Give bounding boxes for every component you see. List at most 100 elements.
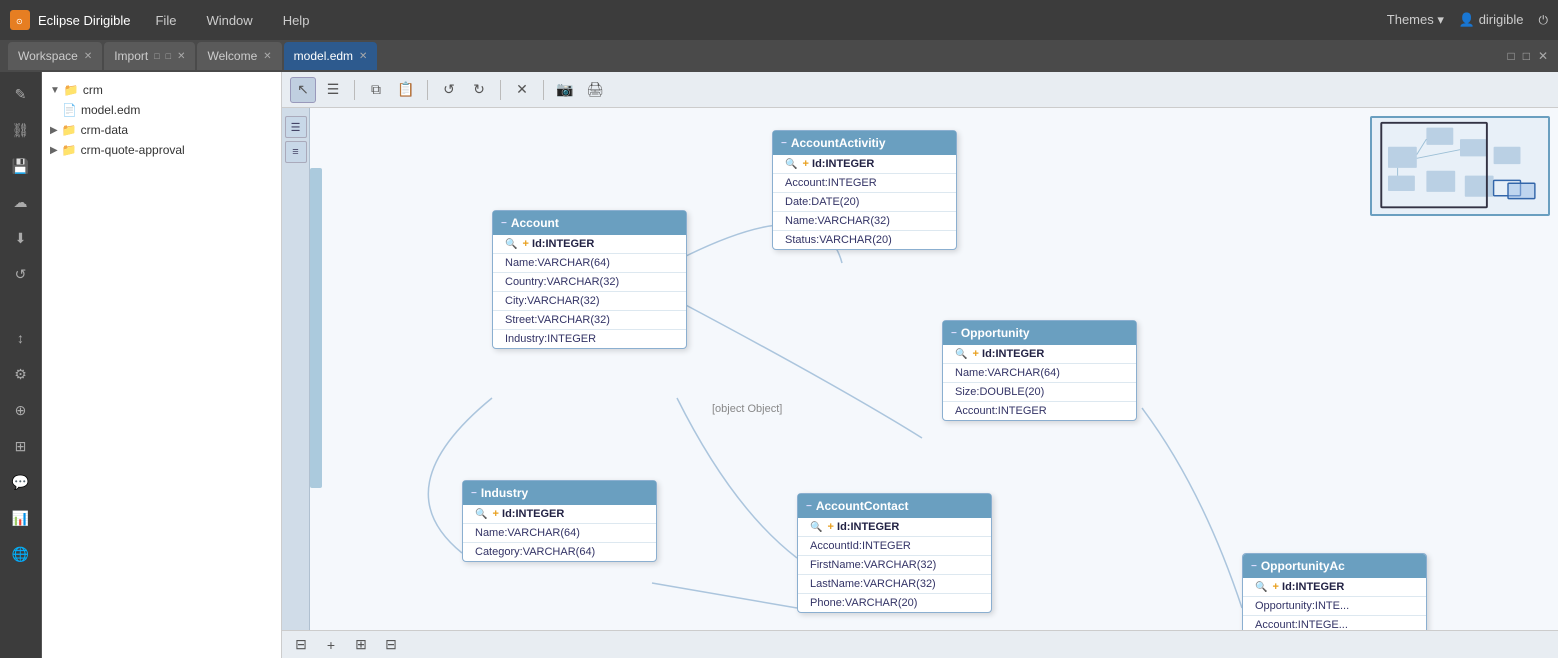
sidebar-tree-icon[interactable]: ⊞: [7, 432, 35, 460]
collapse-btn-acc[interactable]: −: [501, 218, 507, 229]
table-account-header: − Account: [493, 211, 686, 235]
left-vert-bar: [310, 168, 322, 488]
tool-copy-btn[interactable]: ⧉: [363, 77, 389, 103]
table-account-contact[interactable]: − AccountContact 🔍 + Id:INTEGER AccountI…: [797, 493, 992, 613]
table-opportunity-header: − Opportunity: [943, 321, 1136, 345]
canvas[interactable]: ☰ ≡ − AccountActivitiy 🔍 + Id:INTEGER Ac…: [282, 108, 1558, 658]
minimap: [1370, 116, 1550, 216]
tab-import[interactable]: Import □ □ ✕: [104, 42, 195, 70]
collapse-btn-ind[interactable]: −: [471, 488, 477, 499]
strip-icon-2[interactable]: ≡: [285, 141, 307, 163]
tool-list-btn[interactable]: ☰: [320, 77, 346, 103]
sidebar-globe-icon[interactable]: 🌐: [7, 540, 35, 568]
tab-workspace-close[interactable]: ✕: [84, 51, 92, 62]
table-account-activity[interactable]: − AccountActivitiy 🔍 + Id:INTEGER Accoun…: [772, 130, 957, 250]
zoom-out-left-btn[interactable]: ⊞: [350, 634, 372, 656]
collapse-btn[interactable]: −: [781, 138, 787, 149]
sidebar-nav2-icon[interactable]: ⚙: [7, 360, 35, 388]
crm-folder-icon: 📁: [64, 83, 79, 97]
tool-redo-btn[interactable]: ↻: [466, 77, 492, 103]
sidebar-new-icon[interactable]: ✎: [7, 80, 35, 108]
table-opportunity[interactable]: − Opportunity 🔍 + Id:INTEGER Name:VARCHA…: [942, 320, 1137, 421]
tab-max-btn[interactable]: □: [1521, 47, 1532, 65]
row-acc-country: Country:VARCHAR(32): [493, 273, 686, 292]
row-ind-category: Category:VARCHAR(64): [463, 543, 656, 561]
collapse-btn-ac[interactable]: −: [806, 501, 812, 512]
sidebar: ✎ ⛓ 💾 ☁ ⬇ ↺ ↕ ⚙ ⊕ ⊞ 💬 📊 🌐: [0, 72, 42, 658]
pk-icon-ac: +: [828, 521, 834, 533]
table-opportunity-activity[interactable]: − OpportunityAc 🔍 + Id:INTEGER Opportuni…: [1242, 553, 1427, 635]
zoom-out-right-btn[interactable]: ⊟: [380, 634, 402, 656]
row-ac-lastname: LastName:VARCHAR(32): [798, 575, 991, 594]
object-label: [object Object]: [712, 403, 782, 415]
tab-model-edm-close[interactable]: ✕: [359, 51, 367, 62]
table-industry[interactable]: − Industry 🔍 + Id:INTEGER Name:VARCHAR(6…: [462, 480, 657, 562]
user-button[interactable]: 👤 dirigible: [1459, 12, 1524, 28]
sidebar-chart-icon[interactable]: 📊: [7, 504, 35, 532]
crm-quote-expand-icon[interactable]: ▶: [50, 145, 58, 156]
tab-model-edm[interactable]: model.edm ✕: [284, 42, 378, 70]
menu-window[interactable]: Window: [201, 13, 257, 28]
tab-welcome-close[interactable]: ✕: [263, 51, 271, 62]
tool-pointer-btn[interactable]: ↖: [290, 77, 316, 103]
row-aa-date: Date:DATE(20): [773, 193, 956, 212]
import-pin: □: [154, 51, 159, 61]
collapse-btn-opp[interactable]: −: [951, 328, 957, 339]
pk-icon-aa: +: [803, 158, 809, 170]
themes-button[interactable]: Themes ▾: [1387, 12, 1444, 28]
sidebar-nav1-icon[interactable]: ↕: [7, 324, 35, 352]
main-area: ✎ ⛓ 💾 ☁ ⬇ ↺ ↕ ⚙ ⊕ ⊞ 💬 📊 🌐 ▼ 📁 crm 📄 mode…: [0, 72, 1558, 658]
zoom-in-btn[interactable]: +: [320, 634, 342, 656]
sidebar-save-icon[interactable]: 💾: [7, 152, 35, 180]
zoom-fit-btn[interactable]: ⊟: [290, 634, 312, 656]
tab-restore-btn[interactable]: □: [1505, 47, 1516, 65]
crm-data-label: crm-data: [81, 123, 128, 137]
sidebar-chat-icon[interactable]: 💬: [7, 468, 35, 496]
collapse-btn-oa[interactable]: −: [1251, 561, 1257, 572]
tool-paste-btn[interactable]: 📋: [393, 77, 419, 103]
top-bar-right: Themes ▾ 👤 dirigible ⏻: [1387, 12, 1548, 28]
sidebar-upload-icon[interactable]: ☁: [7, 188, 35, 216]
sidebar-download-icon[interactable]: ⬇: [7, 224, 35, 252]
crm-data-expand-icon[interactable]: ▶: [50, 125, 58, 136]
row-ac-phone: Phone:VARCHAR(20): [798, 594, 991, 612]
row-ind-id: 🔍 + Id:INTEGER: [463, 505, 656, 524]
tree-item-crm-quote[interactable]: ▶ 📁 crm-quote-approval: [42, 140, 281, 160]
tool-camera-btn[interactable]: 📷: [552, 77, 578, 103]
row-oa-id: 🔍 + Id:INTEGER: [1243, 578, 1426, 597]
table-opportunity-name: Opportunity: [961, 326, 1030, 340]
minimap-svg: [1372, 118, 1548, 214]
table-opp-activity-name: OpportunityAc: [1261, 559, 1345, 573]
table-account-contact-name: AccountContact: [816, 499, 909, 513]
tree-item-crm[interactable]: ▼ 📁 crm: [42, 80, 281, 100]
tool-print-btn[interactable]: 🖨: [582, 77, 608, 103]
pk-icon-ind: +: [493, 508, 499, 520]
row-acc-street: Street:VARCHAR(32): [493, 311, 686, 330]
tab-workspace[interactable]: Workspace ✕: [8, 42, 102, 70]
strip-icon-1[interactable]: ☰: [285, 116, 307, 138]
sidebar-layers-icon[interactable]: ⊕: [7, 396, 35, 424]
tool-undo-btn[interactable]: ↺: [436, 77, 462, 103]
tool-delete-btn[interactable]: ✕: [509, 77, 535, 103]
model-edm-label: model.edm: [81, 103, 140, 117]
menu-help[interactable]: Help: [278, 13, 315, 28]
tree-item-crm-data[interactable]: ▶ 📁 crm-data: [42, 120, 281, 140]
tab-close-btn[interactable]: ✕: [1536, 47, 1550, 65]
tree-item-model-edm[interactable]: 📄 model.edm: [42, 100, 281, 120]
row-opp-id: 🔍 + Id:INTEGER: [943, 345, 1136, 364]
crm-data-folder-icon: 📁: [62, 123, 77, 137]
table-opp-activity-header: − OpportunityAc: [1243, 554, 1426, 578]
sidebar-refresh-icon[interactable]: ↺: [7, 260, 35, 288]
sidebar-link-icon[interactable]: ⛓: [7, 116, 35, 144]
row-opp-size: Size:DOUBLE(20): [943, 383, 1136, 402]
tool-divider-4: [543, 80, 544, 100]
menu-file[interactable]: File: [150, 13, 181, 28]
search-icon-oa: 🔍: [1255, 582, 1267, 593]
table-account[interactable]: − Account 🔍 + Id:INTEGER Name:VARCHAR(64…: [492, 210, 687, 349]
crm-expand-icon[interactable]: ▼: [50, 85, 60, 96]
toolbar-area: ↖ ☰ ⧉ 📋 ↺ ↻ ✕ 📷 🖨: [282, 72, 1558, 658]
power-button[interactable]: ⏻: [1539, 13, 1549, 28]
row-ac-firstname: FirstName:VARCHAR(32): [798, 556, 991, 575]
tab-import-close[interactable]: ✕: [177, 51, 185, 62]
tab-welcome[interactable]: Welcome ✕: [197, 42, 281, 70]
